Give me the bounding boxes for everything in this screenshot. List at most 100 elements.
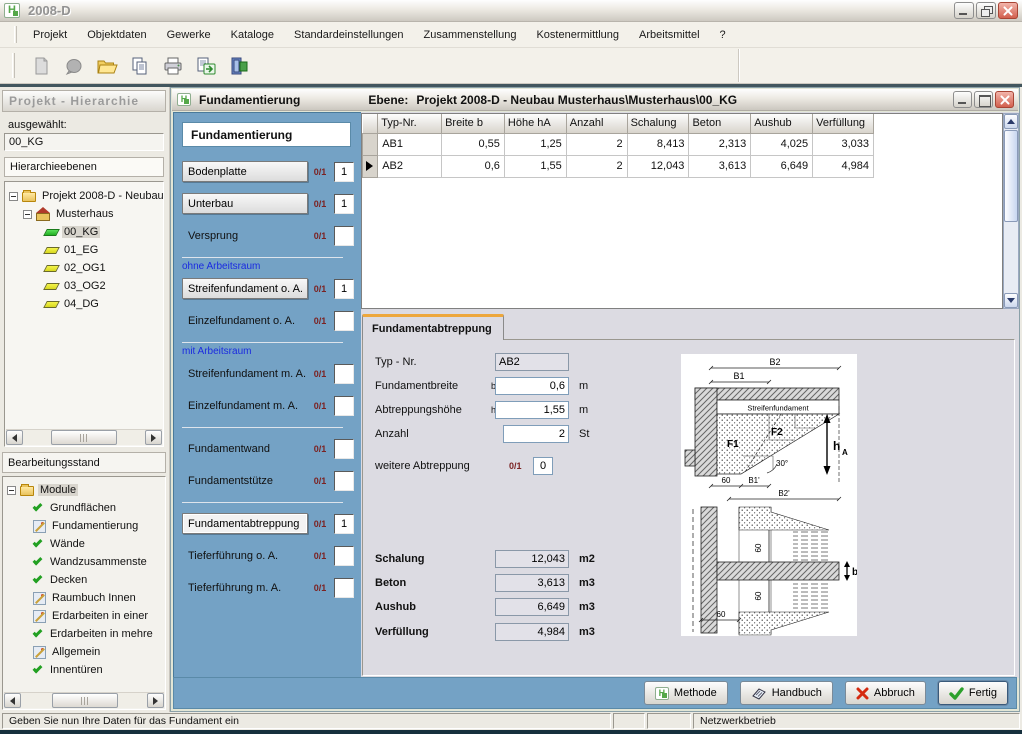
nav-item-fundamentwand[interactable]: Fundamentwand (182, 443, 308, 455)
module-item[interactable]: Wände (7, 535, 165, 553)
col-breite[interactable]: Breite b (442, 114, 505, 133)
scroll-up-button[interactable] (1004, 114, 1018, 129)
scroll-down-button[interactable] (1004, 293, 1018, 308)
nav-button-unterbau[interactable]: Unterbau (182, 193, 308, 214)
tree-item-floor[interactable]: 03_OG2 (9, 277, 163, 295)
nav-value-bodenplatte[interactable] (334, 162, 354, 182)
menu-gewerke[interactable]: Gewerke (157, 22, 221, 47)
col-verfuellung[interactable]: Verfüllung (813, 114, 874, 133)
nav-value-streifenfundament-oa[interactable] (334, 279, 354, 299)
table-row[interactable]: AB1 0,55 1,25 2 8,413 2,313 4,025 3,033 (363, 133, 874, 155)
nav-value-einzelfundament-ma[interactable] (334, 396, 354, 416)
nav-item-fundamentstuetze[interactable]: Fundamentstütze (182, 475, 308, 487)
col-anzahl[interactable]: Anzahl (566, 114, 627, 133)
nav-button-fundamentabtreppung[interactable]: Fundamentabtreppung (182, 513, 308, 534)
menu-objektdaten[interactable]: Objektdaten (77, 22, 156, 47)
nav-value-streifenfundament-ma[interactable] (334, 364, 354, 384)
module-item[interactable]: Fundamentierung (7, 517, 165, 535)
menu-projekt[interactable]: Projekt (23, 22, 77, 47)
fertig-button[interactable]: Fertig (938, 681, 1008, 705)
module-minimize-button[interactable] (953, 91, 972, 108)
menu-standardeinstellungen[interactable]: Standardeinstellungen (284, 22, 413, 47)
scroll-right-button[interactable] (145, 430, 162, 445)
weitere-abtreppung-input[interactable] (533, 457, 553, 475)
abbruch-button[interactable]: Abbruch (845, 681, 926, 705)
nav-item-tieferfuehrung-oa[interactable]: Tieferführung o. A. (182, 550, 308, 562)
collapse-icon[interactable] (9, 192, 18, 201)
open-folder-icon[interactable] (94, 53, 120, 79)
nav-value-tieferfuehrung-ma[interactable] (334, 578, 354, 598)
row-selector[interactable] (363, 155, 378, 177)
scroll-left-button[interactable] (6, 430, 23, 445)
menu-zusammenstellung[interactable]: Zusammenstellung (414, 22, 527, 47)
row-selector[interactable] (363, 133, 378, 155)
methode-button[interactable]: Methode (644, 681, 728, 705)
tree-item-project-root[interactable]: Projekt 2008-D - Neubau (9, 187, 163, 205)
scroll-thumb[interactable] (1004, 130, 1018, 222)
handbuch-button[interactable]: Handbuch (740, 681, 833, 705)
tab-fundamentabtreppung[interactable]: Fundamentabtreppung (362, 314, 504, 340)
progress-hscrollbar[interactable] (4, 692, 164, 708)
menu-kataloge[interactable]: Kataloge (221, 22, 284, 47)
fundamentbreite-input[interactable] (495, 377, 569, 395)
table-row-active[interactable]: AB2 0,6 1,55 2 12,043 3,613 6,649 4,984 (363, 155, 874, 177)
nav-item-tieferfuehrung-ma[interactable]: Tieferführung m. A. (182, 582, 308, 594)
tree-item-module-root[interactable]: Module (7, 481, 165, 499)
col-hoehe[interactable]: Höhe hA (504, 114, 566, 133)
abtreppungshoehe-input[interactable] (495, 401, 569, 419)
scroll-thumb[interactable] (52, 693, 118, 708)
tree-item-musterhaus[interactable]: Musterhaus (9, 205, 163, 223)
nav-value-fundamentstuetze[interactable] (334, 471, 354, 491)
collapse-icon[interactable] (7, 486, 16, 495)
module-item[interactable]: Erdarbeiten in mehre (7, 625, 165, 643)
module-item[interactable]: Wandzusammenste (7, 553, 165, 571)
module-item[interactable]: Innentüren (7, 661, 165, 679)
tree-item-floor[interactable]: 04_DG (9, 295, 163, 313)
nav-value-unterbau[interactable] (334, 194, 354, 214)
close-button[interactable] (998, 2, 1018, 19)
nav-value-fundamentabtreppung[interactable] (334, 514, 354, 534)
module-item[interactable]: Erdarbeiten in einer (7, 607, 165, 625)
history-icon[interactable] (61, 53, 87, 79)
nav-value-fundamentwand[interactable] (334, 439, 354, 459)
tree-item-floor[interactable]: 00_KG (9, 223, 163, 241)
nav-item-einzelfundament-ma[interactable]: Einzelfundament m. A. (182, 400, 308, 412)
nav-value-versprung[interactable] (334, 226, 354, 246)
collapse-icon[interactable] (23, 210, 32, 219)
menu-help[interactable]: ? (710, 22, 736, 47)
export-icon[interactable] (193, 53, 219, 79)
module-item[interactable]: Allgemein (7, 643, 165, 661)
tree-item-floor[interactable]: 02_OG1 (9, 259, 163, 277)
menu-kostenermittlung[interactable]: Kostenermittlung (526, 22, 629, 47)
restore-button[interactable] (976, 2, 996, 19)
menu-arbeitsmittel[interactable]: Arbeitsmittel (629, 22, 710, 47)
scroll-thumb[interactable] (51, 430, 117, 445)
col-beton[interactable]: Beton (689, 114, 751, 133)
hierarchy-hscrollbar[interactable] (6, 429, 162, 445)
col-typ-nr[interactable]: Typ-Nr. (378, 114, 442, 133)
nav-item-versprung[interactable]: Versprung (182, 230, 308, 242)
new-document-icon[interactable] (28, 53, 54, 79)
scroll-right-button[interactable] (147, 693, 164, 708)
table-vscrollbar[interactable] (1003, 113, 1019, 309)
anzahl-input[interactable] (503, 425, 569, 443)
module-maximize-button[interactable] (974, 91, 993, 108)
minimize-button[interactable] (954, 2, 974, 19)
module-item[interactable]: Decken (7, 571, 165, 589)
module-close-button[interactable] (995, 91, 1014, 108)
module-item[interactable]: Grundflächen (7, 499, 165, 517)
print-icon[interactable] (160, 53, 186, 79)
nav-item-einzelfundament-oa[interactable]: Einzelfundament o. A. (182, 315, 308, 327)
exit-icon[interactable] (226, 53, 252, 79)
nav-button-streifenfundament-oa[interactable]: Streifenfundament o. A. (182, 278, 308, 299)
module-item[interactable]: Raumbuch Innen (7, 589, 165, 607)
nav-button-bodenplatte[interactable]: Bodenplatte (182, 161, 308, 182)
tree-item-floor[interactable]: 01_EG (9, 241, 163, 259)
nav-item-streifenfundament-ma[interactable]: Streifenfundament m. A. (182, 368, 308, 380)
col-schalung[interactable]: Schalung (627, 114, 689, 133)
scroll-left-button[interactable] (4, 693, 21, 708)
col-aushub[interactable]: Aushub (751, 114, 813, 133)
nav-value-tieferfuehrung-oa[interactable] (334, 546, 354, 566)
nav-value-einzelfundament-oa[interactable] (334, 311, 354, 331)
copy-icon[interactable] (127, 53, 153, 79)
